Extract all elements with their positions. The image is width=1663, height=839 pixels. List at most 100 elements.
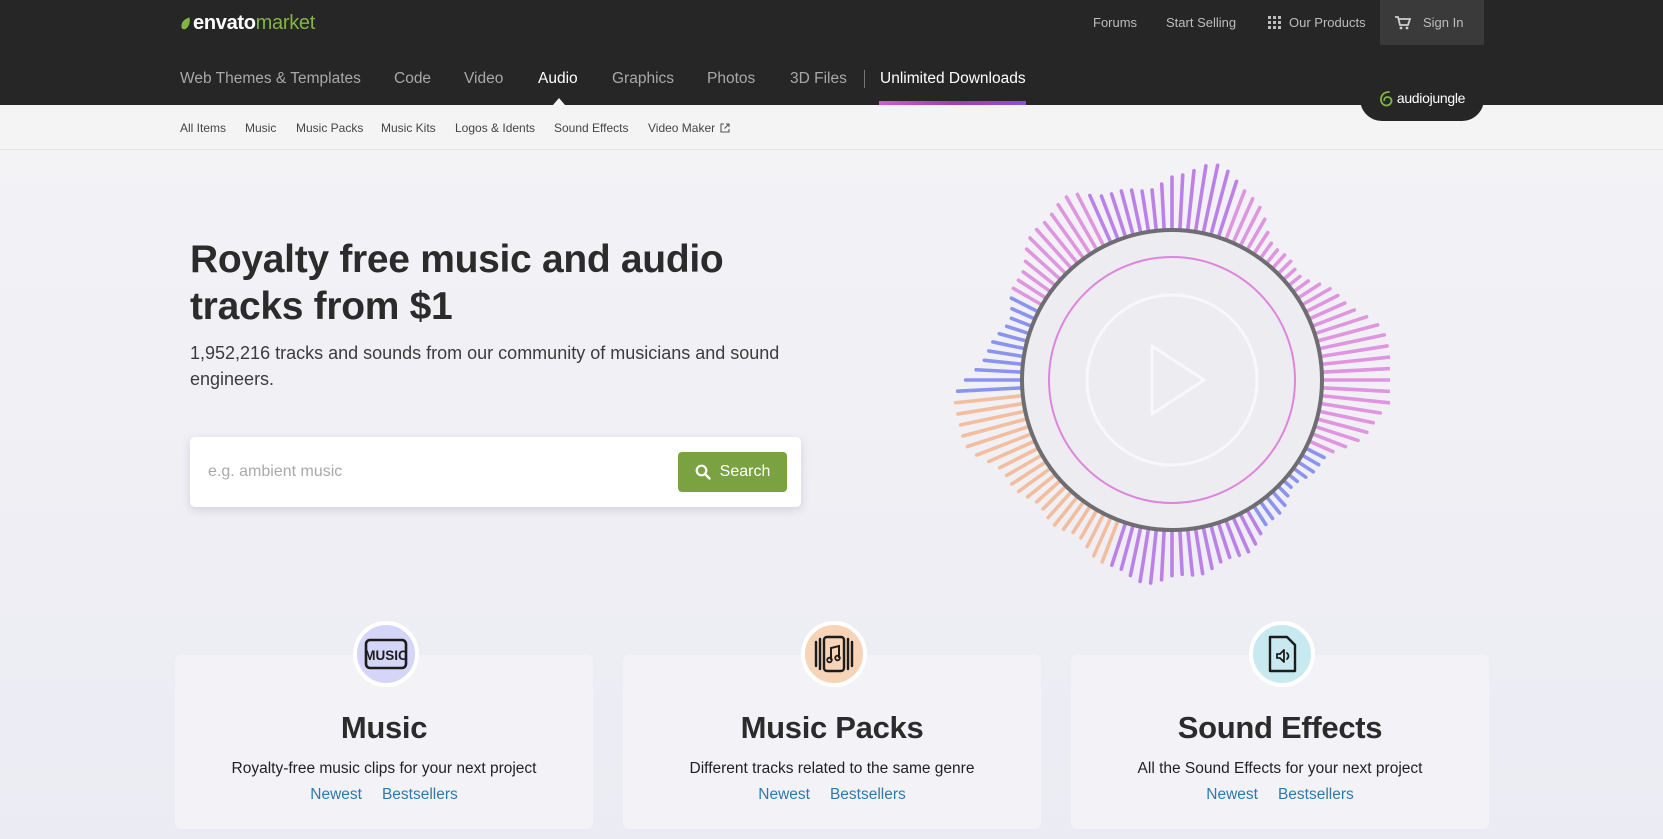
subnav-video-maker[interactable]: Video Maker: [648, 121, 730, 135]
waveform-bar: [1041, 485, 1067, 511]
grid-icon: [1268, 16, 1281, 29]
waveform-bar: [955, 386, 1023, 394]
waveform-bar: [1140, 189, 1151, 232]
envato-market-logo[interactable]: envato market: [180, 12, 315, 35]
waveform-bar: [1009, 316, 1032, 328]
subnav-sound-effects[interactable]: Sound Effects: [554, 121, 629, 135]
our-products-label: Our Products: [1289, 15, 1366, 30]
search-button[interactable]: Search: [678, 452, 787, 492]
nav-audio[interactable]: Audio: [538, 70, 578, 88]
forums-link[interactable]: Forums: [1093, 0, 1137, 45]
logo-suffix-text: market: [255, 12, 316, 34]
waveform-bar: [997, 447, 1039, 470]
waveform-bar: [1159, 529, 1166, 582]
subnav-music-packs[interactable]: Music Packs: [296, 121, 363, 135]
card-description: All the Sound Effects for your next proj…: [1137, 760, 1423, 777]
waveform-bar: [987, 349, 1024, 359]
waveform-bar: [1293, 467, 1308, 479]
waveform-bar: [1052, 496, 1079, 527]
waveform-bar: [1305, 447, 1326, 460]
leaf-icon: [181, 17, 190, 30]
waveform-bar: [1259, 501, 1275, 521]
waveform-bar: [1159, 182, 1166, 231]
waveform-bar: [1321, 394, 1390, 405]
card-title: Sound Effects: [1177, 710, 1383, 745]
subnav-music-kits[interactable]: Music Kits: [381, 121, 436, 135]
sound-effects-bestsellers-link[interactable]: Bestsellers: [1278, 786, 1354, 804]
waveform-bar: [1004, 454, 1043, 478]
waveform-bar: [1277, 259, 1293, 275]
waveform-bar: [1297, 460, 1316, 474]
svg-text:MUSIC: MUSIC: [364, 648, 408, 663]
waveform-bar: [1186, 168, 1196, 231]
music-packs-card[interactable]: Music Packs Different tracks related to …: [623, 621, 1041, 829]
logo-brand-text: envato: [193, 12, 256, 34]
nav-video[interactable]: Video: [464, 70, 503, 88]
waveform-bar: [1321, 386, 1390, 394]
audiojungle-label: audiojungle: [1396, 90, 1466, 106]
music-newest-link[interactable]: Newest: [310, 786, 362, 804]
waveform-bar: [1186, 529, 1195, 577]
hero-subheadline: 1,952,216 tracks and sounds from our com…: [190, 343, 780, 389]
waveform-bar: [1288, 274, 1302, 287]
music-packs-newest-link[interactable]: Newest: [758, 786, 810, 804]
subnav-logos-idents[interactable]: Logos & Idents: [455, 121, 535, 135]
waveform-bar: [987, 440, 1035, 464]
waveform-bar: [1016, 467, 1051, 494]
waveform-bar: [1232, 196, 1255, 243]
active-category-caret: [553, 98, 565, 105]
player-disc: [1020, 228, 1324, 532]
audio-waveform-visual: [953, 163, 1390, 585]
waveform-bar: [1178, 529, 1184, 577]
waveform-bar: [1320, 401, 1383, 415]
nav-photos[interactable]: Photos: [707, 70, 755, 88]
hero-headline: Royalty free music and audio tracks from…: [190, 238, 724, 328]
search-input[interactable]: [208, 459, 638, 485]
nav-unlimited-downloads[interactable]: Unlimited Downloads: [880, 70, 1026, 88]
waveform-bar: [1301, 454, 1321, 467]
waveform-bar: [974, 432, 1032, 457]
waveform-bar: [982, 358, 1023, 366]
waveform-bar: [1025, 473, 1056, 499]
cart-icon[interactable]: [1395, 15, 1411, 30]
search-box: Search: [190, 437, 801, 507]
nav-divider: [864, 70, 865, 88]
card-description: Different tracks related to the same gen…: [689, 760, 975, 777]
start-selling-link[interactable]: Start Selling: [1166, 0, 1236, 45]
waveform-bar: [1201, 526, 1214, 571]
sound-effects-newest-link[interactable]: Newest: [1206, 786, 1258, 804]
waveform-bar: [1224, 189, 1247, 240]
waveform-bar: [1129, 188, 1143, 234]
waveform-bar: [1271, 253, 1287, 269]
subnav-all-items[interactable]: All Items: [180, 121, 226, 135]
music-pack-icon: [801, 621, 867, 687]
music-card[interactable]: MUSIC Music Royalty-free music clips for…: [175, 621, 593, 829]
audiojungle-badge[interactable]: audiojungle: [1360, 75, 1484, 121]
waveform-bar: [1209, 525, 1223, 564]
waveform-bar: [1265, 496, 1282, 515]
card-title: Music: [340, 710, 428, 745]
search-icon: [695, 464, 711, 480]
waveform-bar: [1321, 366, 1390, 374]
waveform-bar: [1148, 529, 1158, 585]
external-link-icon: [720, 123, 730, 133]
card-title: Music Packs: [740, 710, 924, 745]
music-packs-bestsellers-link[interactable]: Bestsellers: [830, 786, 906, 804]
sign-in-area[interactable]: Sign In: [1380, 0, 1484, 45]
music-bestsellers-link[interactable]: Bestsellers: [382, 786, 458, 804]
nav-web-themes[interactable]: Web Themes & Templates: [180, 70, 361, 88]
waveform-bar: [1309, 440, 1335, 454]
waveform-bar: [1088, 193, 1112, 243]
nav-code[interactable]: Code: [394, 70, 431, 88]
audiojungle-logo-icon: [1379, 90, 1393, 106]
waveform-bar: [1277, 485, 1290, 498]
nav-graphics[interactable]: Graphics: [612, 70, 674, 88]
nav-3d-files[interactable]: 3D Files: [790, 70, 847, 88]
waveform-bar: [1293, 279, 1311, 293]
waveform-bar: [1252, 505, 1268, 527]
subnav-music[interactable]: Music: [245, 121, 276, 135]
our-products-menu[interactable]: Our Products: [1268, 0, 1366, 45]
waveform-bar: [1259, 241, 1274, 259]
sign-in-link[interactable]: Sign In: [1423, 15, 1463, 30]
sound-effects-card[interactable]: Sound Effects All the Sound Effects for …: [1071, 621, 1489, 829]
